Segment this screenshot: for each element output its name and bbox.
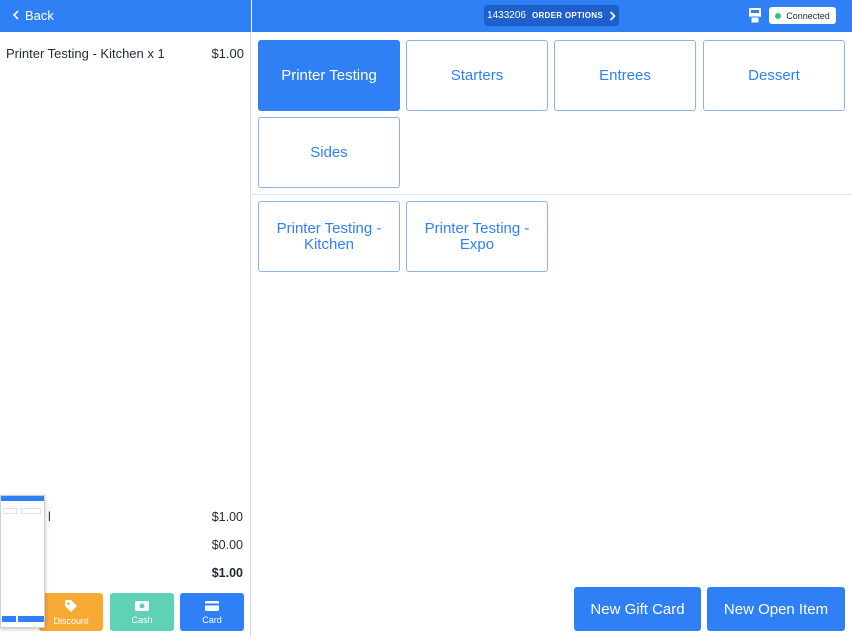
order-id: 1433206 [487,10,526,21]
category-starters[interactable]: Starters [406,40,548,111]
thumbnail-line [21,508,41,514]
connection-status-badge: Connected [769,7,836,24]
status-dot-icon [775,12,782,19]
new-open-item-button[interactable]: New Open Item [707,587,845,631]
card-label: Card [202,614,222,625]
order-line-price: $1.00 [211,46,244,61]
thumbnail-line [3,508,17,514]
order-options-label: ORDER OPTIONS [531,11,603,20]
item-printer-testing-expo[interactable]: Printer Testing - Expo [406,201,548,272]
item-printer-testing-kitchen[interactable]: Printer Testing - Kitchen [258,201,400,272]
category-sides[interactable]: Sides [258,117,400,188]
order-line-item[interactable]: Printer Testing - Kitchen x 1 $1.00 [6,46,244,61]
screen-thumbnail[interactable] [0,495,45,628]
thumbnail-header [1,496,44,501]
card-icon [205,600,219,611]
cash-button[interactable]: Cash [110,593,174,631]
thumbnail-button [2,616,16,622]
order-panel: Back Printer Testing - Kitchen x 1 $1.00… [0,0,251,637]
order-panel-header: Back [0,0,251,32]
tag-icon [65,599,77,612]
cash-icon [135,600,149,611]
back-label: Back [25,7,54,23]
subtotal-label: l [48,510,51,524]
chevron-left-icon [12,10,19,20]
back-button[interactable]: Back [12,5,54,25]
discount-label: Discount [53,615,89,626]
cash-label: Cash [131,614,153,625]
subtotal-value: $1.00 [211,510,243,524]
order-options-button[interactable]: 1433206 ORDER OPTIONS [484,5,619,26]
category-printer-testing[interactable]: Printer Testing [258,40,400,111]
section-divider [252,194,852,195]
connection-status-label: Connected [786,10,830,21]
total-value: $1.00 [211,566,243,580]
card-button[interactable]: Card [180,593,244,631]
discount-button[interactable]: Discount [39,593,103,631]
new-gift-card-button[interactable]: New Gift Card [574,587,701,631]
tax-value: $0.00 [211,538,243,552]
category-entrees[interactable]: Entrees [554,40,696,111]
category-dessert[interactable]: Dessert [703,40,845,111]
top-bar: 1433206 ORDER OPTIONS Connected [252,0,852,32]
chevron-right-icon [609,10,616,21]
printer-icon[interactable] [748,7,762,24]
order-line-name: Printer Testing - Kitchen x 1 [6,46,165,61]
thumbnail-button [18,616,44,622]
